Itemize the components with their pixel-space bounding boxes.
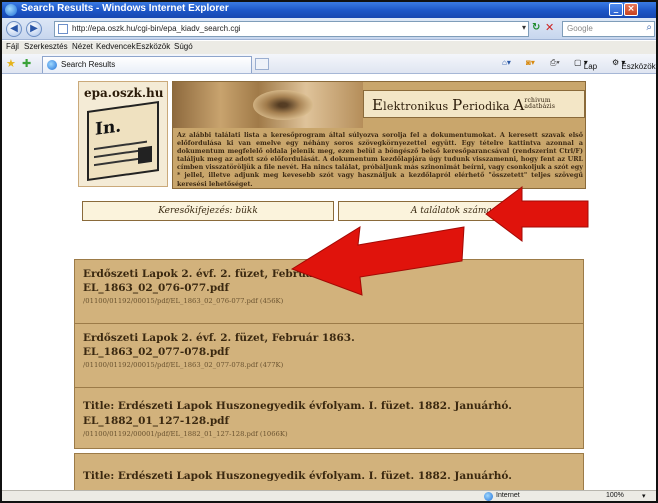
- address-toolbar: ◀ ▶ http://epa.oszk.hu/cgi-bin/epa_kiadv…: [2, 18, 656, 40]
- title-word-2: eriodika: [462, 100, 510, 113]
- tab-bar: ★ ✚ Search Results ⌂▾ ◙▾ ⎙▾ ▢ Lap ▾ ⚙ Es…: [2, 54, 656, 74]
- title-word-1: lektronikus: [383, 100, 449, 113]
- tab-ie-icon: [47, 60, 57, 70]
- tab-search-results[interactable]: Search Results: [42, 56, 252, 73]
- menu-file[interactable]: Fájl: [6, 42, 19, 51]
- menu-help[interactable]: Súgó: [174, 42, 193, 51]
- banner-eye-image: [253, 90, 313, 120]
- tools-menu-label: Eszközök: [621, 62, 656, 71]
- status-bar: Internet 100% ▾: [2, 490, 656, 501]
- result-item[interactable]: Title: Erdészeti Lapok Huszonegyedik évf…: [74, 387, 584, 449]
- zoom-dropdown-icon[interactable]: ▾: [642, 492, 646, 500]
- site-title: Elektronikus Periodika Archivum adatbázis: [363, 90, 585, 118]
- search-input[interactable]: Google ⌕: [562, 21, 655, 37]
- internet-zone-icon: [484, 492, 493, 501]
- page-menu-label: Lap: [583, 62, 598, 71]
- window-title: Search Results - Windows Internet Explor…: [21, 3, 229, 14]
- minimize-button[interactable]: _: [609, 3, 623, 16]
- result-path[interactable]: /01100/01192/00015/pdf/EL_1863_02_077-07…: [83, 361, 283, 369]
- page-content: epa.oszk.hu In. Elektronikus Periodika A…: [2, 75, 656, 490]
- result-path[interactable]: /01100/01192/00015/pdf/EL_1863_02_076-07…: [83, 297, 283, 305]
- close-button[interactable]: ×: [624, 3, 638, 16]
- result-title[interactable]: Erdőszeti Lapok 2. évf. 2. füzet, Februá…: [83, 332, 355, 344]
- tools-menu[interactable]: ⚙ Eszközök ▾: [612, 58, 656, 71]
- add-favorites-icon[interactable]: ✚: [22, 57, 31, 70]
- print-icon[interactable]: ⎙▾: [550, 58, 560, 68]
- window-titlebar: Search Results - Windows Internet Explor…: [2, 2, 656, 18]
- logo-text: epa.oszk.hu: [84, 86, 164, 100]
- forward-button[interactable]: ▶: [26, 21, 42, 37]
- result-title[interactable]: Title: Erdészeti Lapok Huszonegyedik évf…: [83, 400, 512, 412]
- new-tab-button[interactable]: [255, 58, 269, 70]
- title-letter-e: E: [372, 96, 384, 114]
- stop-icon[interactable]: ✕: [545, 21, 554, 34]
- zoom-level[interactable]: 100%: [606, 492, 624, 499]
- menu-bar: Fájl Szerkesztés Nézet Kedvencek Eszközö…: [2, 41, 656, 54]
- feeds-icon[interactable]: ◙▾: [526, 58, 535, 67]
- search-placeholder: Google: [567, 24, 593, 33]
- header-banner: Elektronikus Periodika Archivum adatbázis…: [172, 81, 586, 189]
- banner-photo: [173, 82, 363, 128]
- title-word-4: adatbázis: [524, 103, 556, 110]
- epa-logo[interactable]: epa.oszk.hu In.: [78, 81, 168, 187]
- ie-logo-icon: [5, 4, 17, 16]
- computer-icon: [138, 145, 152, 164]
- red-arrow-result: [290, 226, 465, 296]
- logo-book-icon: In.: [87, 100, 159, 182]
- tab-label: Search Results: [61, 60, 116, 69]
- address-dropdown-icon[interactable]: ▾: [522, 23, 526, 32]
- page-icon: [58, 24, 68, 34]
- page-menu[interactable]: ▢ Lap ▾: [574, 58, 597, 71]
- result-file[interactable]: EL_1863_02_077-078.pdf: [83, 346, 229, 358]
- menu-edit[interactable]: Szerkesztés: [24, 42, 68, 51]
- result-file[interactable]: EL_1882_01_127-128.pdf: [83, 415, 229, 427]
- red-arrow-count: [485, 186, 589, 242]
- menu-tools[interactable]: Eszközök: [136, 42, 170, 51]
- search-icon[interactable]: ⌕: [646, 22, 652, 33]
- menu-view[interactable]: Nézet: [72, 42, 93, 51]
- title-letter-p: P: [452, 96, 463, 114]
- address-url[interactable]: http://epa.oszk.hu/cgi-bin/epa_kiadv_sea…: [72, 24, 241, 33]
- query-label: Keresőkifejezés: bükk: [82, 201, 334, 221]
- result-path[interactable]: /01100/01192/00001/pdf/EL_1882_01_127-12…: [83, 430, 288, 438]
- logo-book-text: In.: [95, 116, 122, 140]
- back-button[interactable]: ◀: [6, 21, 22, 37]
- result-item[interactable]: Title: Erdészeti Lapok Huszonegyedik évf…: [74, 453, 584, 490]
- home-icon[interactable]: ⌂▾: [502, 58, 511, 67]
- address-bar[interactable]: http://epa.oszk.hu/cgi-bin/epa_kiadv_sea…: [54, 21, 529, 37]
- menu-favorites[interactable]: Kedvencek: [96, 42, 136, 51]
- intro-text: Az alábbi találati lista a keresőprogram…: [177, 131, 583, 188]
- refresh-icon[interactable]: ↻: [532, 22, 540, 33]
- result-title[interactable]: Title: Erdészeti Lapok Huszonegyedik évf…: [83, 470, 512, 482]
- favorites-star-icon[interactable]: ★: [6, 57, 16, 70]
- result-file[interactable]: EL_1863_02_076-077.pdf: [83, 282, 229, 294]
- result-item[interactable]: Erdőszeti Lapok 2. évf. 2. füzet, Februá…: [74, 323, 584, 391]
- zone-label: Internet: [496, 492, 520, 499]
- title-letter-a: A: [513, 96, 525, 114]
